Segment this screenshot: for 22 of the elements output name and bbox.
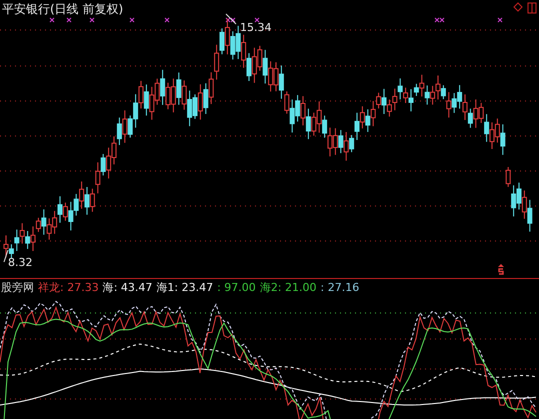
legend-value: 海1: 23.47 xyxy=(156,280,214,294)
window-icon[interactable] xyxy=(527,2,537,14)
cross-mark-icon xyxy=(50,18,54,22)
leader-line xyxy=(226,14,236,24)
cross-mark-icon xyxy=(498,18,502,22)
legend-value: 祥龙: 27.33 xyxy=(38,280,99,294)
cross-mark-icon xyxy=(90,18,94,22)
cross-mark-icon xyxy=(66,18,72,22)
leader-line xyxy=(4,250,8,262)
cross-mark-icon xyxy=(130,18,134,22)
indicator-name: 股旁网 xyxy=(1,280,34,294)
cross-mark-icon xyxy=(254,18,260,22)
price-label: 15.34 xyxy=(240,21,272,34)
price-label: 8.32 xyxy=(8,256,32,269)
legend-value: : 97.00 xyxy=(217,280,256,294)
legend-value: : 27.16 xyxy=(320,280,360,294)
diamond-icon[interactable] xyxy=(513,2,523,12)
chart-title: 平安银行(日线 前复权) xyxy=(2,1,124,18)
legend-value: 海: 43.47 xyxy=(102,280,152,294)
signal-icon xyxy=(497,264,505,276)
cross-mark-icon xyxy=(164,18,170,22)
legend-value: 海2: 21.00 xyxy=(260,280,317,294)
